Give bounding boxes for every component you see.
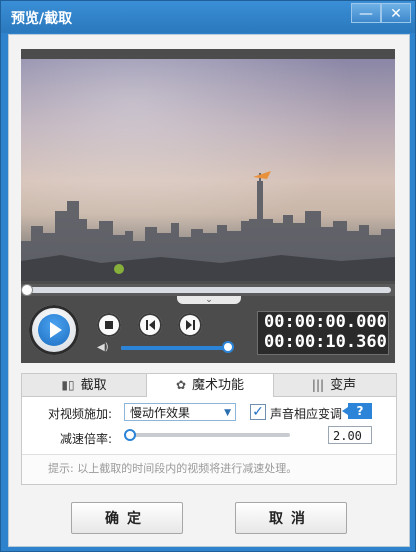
- chevron-down-icon: ▼: [224, 408, 231, 418]
- settings-panel: ▮▯ 截取 ✿ 魔术功能 ||| 变声 对视频施加: 慢动作效果 ▼ ✓ 声音相应变调…: [21, 373, 397, 485]
- tab-magic[interactable]: ✿ 魔术功能: [146, 374, 274, 397]
- rate-input[interactable]: 2.00: [328, 426, 372, 444]
- video-player: ⌄ ◀) 00:00:00.000 00:00:10.360: [21, 49, 395, 363]
- tab-trim[interactable]: ▮▯ 截取: [22, 374, 146, 396]
- stop-icon: [105, 321, 113, 329]
- volume-handle[interactable]: [222, 341, 234, 353]
- dialog-body: ⌄ ◀) 00:00:00.000 00:00:10.360 ▮▯ 截取 ✿ 魔…: [8, 34, 410, 547]
- effect-select[interactable]: 慢动作效果 ▼: [124, 403, 236, 421]
- rate-label: 减速倍率:: [60, 432, 113, 446]
- seek-handle[interactable]: [21, 284, 33, 296]
- play-icon: [38, 314, 70, 346]
- rate-handle[interactable]: [124, 429, 136, 441]
- seek-track[interactable]: [25, 287, 391, 293]
- pitch-checkbox-label[interactable]: 声音相应变调: [270, 405, 342, 422]
- window-title: 预览/截取: [11, 11, 73, 27]
- city-skyline-image: [21, 171, 395, 281]
- voice-change-icon: |||: [311, 378, 325, 392]
- close-button[interactable]: ✕: [381, 3, 411, 23]
- volume-fill: [121, 346, 227, 350]
- play-button[interactable]: [29, 305, 79, 355]
- time-display: 00:00:00.000 00:00:10.360: [257, 311, 389, 355]
- current-time: 00:00:00.000: [264, 312, 387, 332]
- apply-label: 对视频施加:: [48, 407, 113, 421]
- total-time: 00:00:10.360: [264, 332, 387, 352]
- minimize-button[interactable]: —: [351, 3, 381, 23]
- volume-slider[interactable]: [121, 346, 229, 350]
- magic-icon: ✿: [175, 378, 187, 392]
- collapse-toggle[interactable]: ⌄: [177, 296, 241, 305]
- step-forward-icon: [186, 320, 195, 330]
- volume-icon[interactable]: ◀): [97, 342, 109, 354]
- hint-text: 提示: 以上截取的时间段内的视频将进行减速处理。: [22, 454, 396, 484]
- help-button[interactable]: ?: [342, 403, 372, 419]
- title-bar: 预览/截取 — ✕: [1, 1, 415, 33]
- step-forward-button[interactable]: [178, 313, 202, 337]
- pitch-checkbox[interactable]: ✓: [250, 404, 266, 420]
- video-frame: [21, 59, 395, 281]
- trim-icon: ▮▯: [61, 378, 75, 392]
- tab-voice-change[interactable]: ||| 变声: [272, 374, 396, 396]
- tab-bar: ▮▯ 截取 ✿ 魔术功能 ||| 变声: [22, 374, 396, 397]
- step-back-icon: [146, 320, 155, 330]
- ok-button[interactable]: 确定: [71, 502, 183, 534]
- rate-slider[interactable]: [130, 433, 290, 437]
- preview-dialog: 预览/截取 — ✕ ⌄ ◀) 00:00:00.000 00:00:10.360…: [0, 0, 416, 552]
- step-back-button[interactable]: [138, 313, 162, 337]
- stop-button[interactable]: [97, 313, 121, 337]
- cancel-button[interactable]: 取消: [235, 502, 347, 534]
